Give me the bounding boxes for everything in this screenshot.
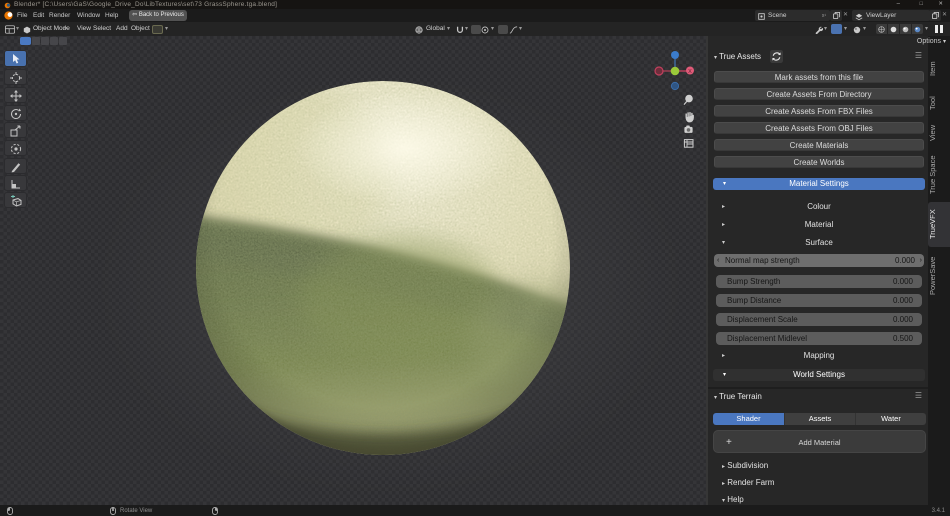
svg-text:X: X	[688, 69, 692, 75]
